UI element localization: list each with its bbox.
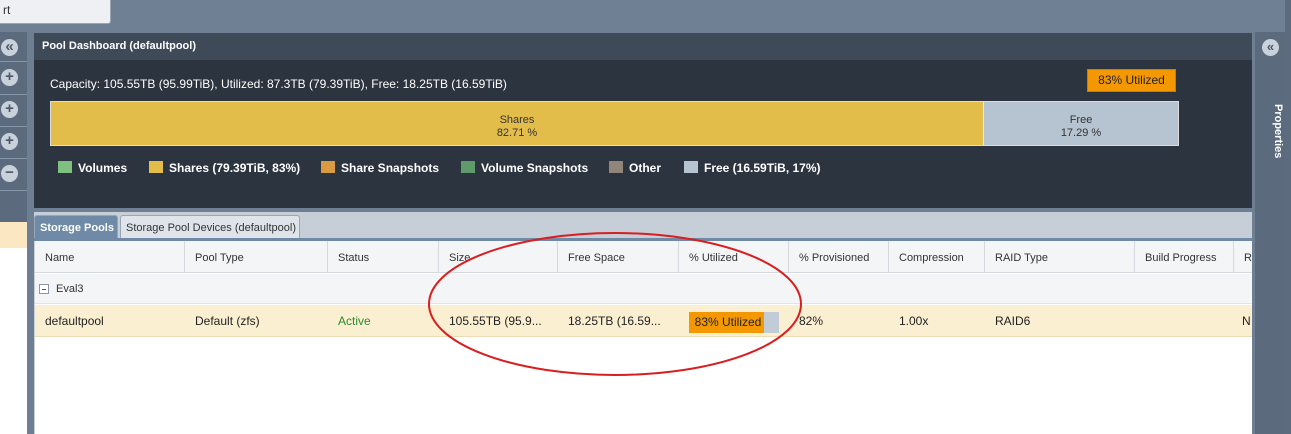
legend-item-share-snapshots[interactable]: Share Snapshots <box>321 161 439 175</box>
legend-label: Volumes <box>78 161 128 175</box>
pool-dashboard: Pool Dashboard (defaultpool) Capacity: 1… <box>34 33 1252 208</box>
app-window: rt « + + + − « Properties Pool Dashboard… <box>0 0 1291 434</box>
cell-provisioned: 82% <box>799 314 824 328</box>
storage-pools-grid: Name Pool Type Status Size Free Space % … <box>34 241 1252 434</box>
sidebar-selected-item[interactable] <box>0 222 27 248</box>
column-header-provisioned[interactable]: % Provisioned <box>789 241 889 273</box>
cell-size: 105.55TB (95.9... <box>449 314 542 328</box>
cell-pool-type: Default (zfs) <box>195 314 260 328</box>
tab-storage-pools[interactable]: Storage Pools <box>34 215 118 239</box>
cell-name: defaultpool <box>45 314 104 328</box>
sidebar-divider <box>0 158 27 159</box>
utilized-badge: 83% Utilized <box>1087 69 1176 92</box>
capacity-bar-free-segment: Free 17.29 % <box>983 102 1178 145</box>
legend-swatch <box>684 161 698 173</box>
cell-raid-type: RAID6 <box>995 314 1031 328</box>
legend-swatch <box>461 161 475 173</box>
column-header-utilized[interactable]: % Utilized <box>679 241 789 273</box>
expand-plus-icon[interactable]: + <box>1 69 18 86</box>
free-segment-label: Free <box>1069 114 1093 126</box>
top-toolbar-button[interactable]: rt <box>0 0 111 24</box>
cell-utilized-bar: 83% Utilized <box>689 312 779 333</box>
column-header-raid-type[interactable]: RAID Type <box>985 241 1135 273</box>
tab-storage-pool-devices[interactable]: Storage Pool Devices (defaultpool) <box>120 215 300 239</box>
column-header-build-progress[interactable]: Build Progress <box>1135 241 1234 273</box>
column-header-compression[interactable]: Compression <box>889 241 985 273</box>
legend-label: Volume Snapshots <box>481 161 589 175</box>
group-row[interactable]: Eval3 <box>35 274 1252 304</box>
legend-label: Free (16.59TiB, 17%) <box>704 161 821 175</box>
legend-item-volumes[interactable]: Volumes <box>58 161 127 175</box>
column-header-free-space[interactable]: Free Space <box>558 241 679 273</box>
expand-plus-icon[interactable]: + <box>1 133 18 150</box>
legend-item-other[interactable]: Other <box>609 161 661 175</box>
utilized-bar-text: 83% Utilized <box>694 315 762 329</box>
legend-label: Shares (79.39TiB, 83%) <box>169 161 301 175</box>
cell-free-space: 18.25TB (16.59... <box>568 314 661 328</box>
top-toolbar-button-label: rt <box>3 3 11 17</box>
shares-segment-label: Shares <box>499 114 535 126</box>
cell-status: Active <box>338 314 371 328</box>
collapse-group-icon[interactable] <box>39 284 49 294</box>
capacity-bar: Shares 82.71 % Free 17.29 % <box>50 101 1179 146</box>
column-header-truncated[interactable]: R <box>1234 241 1252 273</box>
top-toolbar: rt <box>0 0 1291 32</box>
sidebar-divider <box>0 61 27 62</box>
legend-swatch <box>149 161 163 173</box>
expand-plus-icon[interactable]: + <box>1 101 18 118</box>
cell-truncated: N <box>1242 314 1251 328</box>
legend-item-shares[interactable]: Shares (79.39TiB, 83%) <box>149 161 300 175</box>
legend-label: Share Snapshots <box>341 161 440 175</box>
capacity-summary: Capacity: 105.55TB (95.99TiB), Utilized:… <box>50 77 507 91</box>
column-header-name[interactable]: Name <box>35 241 185 273</box>
collapse-right-icon[interactable]: « <box>1262 39 1279 56</box>
collapse-minus-icon[interactable]: − <box>1 165 18 182</box>
pool-dashboard-title: Pool Dashboard (defaultpool) <box>34 33 1252 60</box>
properties-panel: « Properties <box>1255 32 1285 434</box>
tab-strip: Storage Pools Storage Pool Devices (defa… <box>34 212 1252 239</box>
legend-item-volume-snapshots[interactable]: Volume Snapshots <box>461 161 588 175</box>
column-header-status[interactable]: Status <box>328 241 439 273</box>
shares-segment-percent: 82.71 % <box>496 127 538 139</box>
sidebar-divider <box>0 94 27 95</box>
properties-label[interactable]: Properties <box>1256 104 1284 158</box>
table-row[interactable]: defaultpool Default (zfs) Active 105.55T… <box>35 305 1252 337</box>
sidebar-divider <box>0 190 27 191</box>
legend-swatch <box>609 161 623 173</box>
free-segment-percent: 17.29 % <box>1060 127 1102 139</box>
legend-swatch <box>58 161 72 173</box>
column-header-pool-type[interactable]: Pool Type <box>185 241 328 273</box>
window-edge <box>1285 0 1291 434</box>
grid-header: Name Pool Type Status Size Free Space % … <box>35 241 1252 273</box>
legend-item-free[interactable]: Free (16.59TiB, 17%) <box>684 161 821 175</box>
column-header-size[interactable]: Size <box>439 241 558 273</box>
sidebar-tree-area <box>0 248 27 434</box>
cell-compression: 1.00x <box>899 314 929 328</box>
left-sidebar: « + + + − <box>0 32 27 434</box>
collapse-left-icon[interactable]: « <box>1 39 18 56</box>
sidebar-divider <box>0 126 27 127</box>
capacity-bar-shares-segment: Shares 82.71 % <box>51 102 983 145</box>
legend-swatch <box>321 161 335 173</box>
group-label: Eval3 <box>56 283 84 295</box>
legend-label: Other <box>629 161 662 175</box>
